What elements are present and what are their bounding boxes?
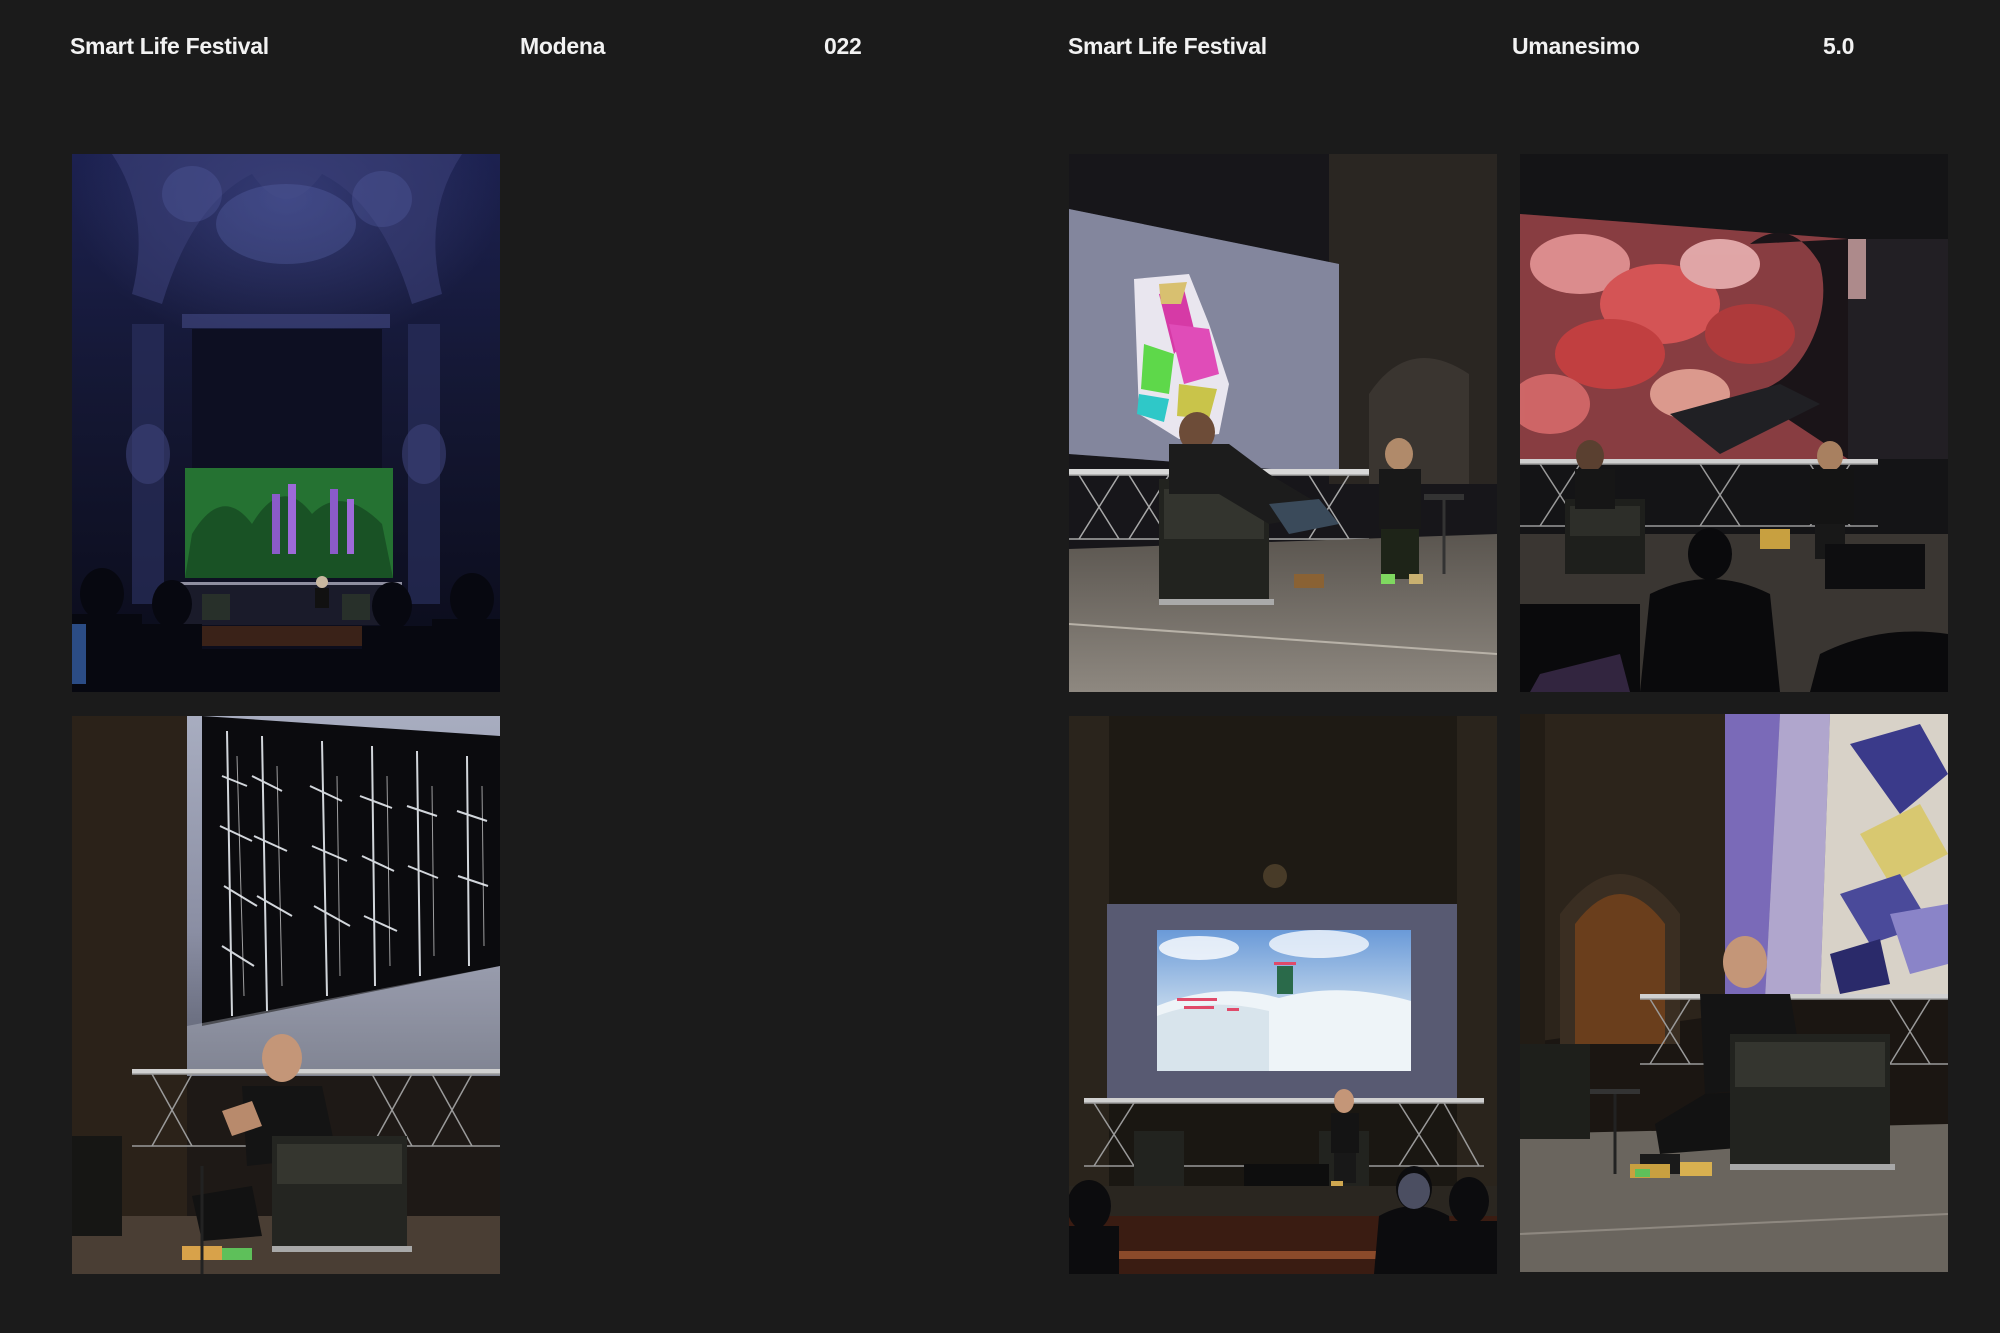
left-festival-title: Smart Life Festival	[70, 33, 269, 59]
left-city-label: Modena	[520, 33, 606, 59]
photo-speaker-snow-projection	[1069, 716, 1497, 1274]
right-festival-title: Smart Life Festival	[1068, 33, 1267, 59]
right-theme-label: Umanesimo	[1512, 33, 1640, 59]
photo-church-stage	[72, 154, 500, 692]
photo-speaker-forest-projection	[72, 716, 500, 1274]
right-version-label: 5.0	[1823, 33, 1855, 59]
photo-speaker-purple-projection	[1520, 714, 1948, 1272]
left-page-number: 022	[824, 33, 862, 59]
photo-stage-red-screen	[1520, 154, 1948, 692]
photo-stage-3d-sculpture	[1069, 154, 1497, 692]
